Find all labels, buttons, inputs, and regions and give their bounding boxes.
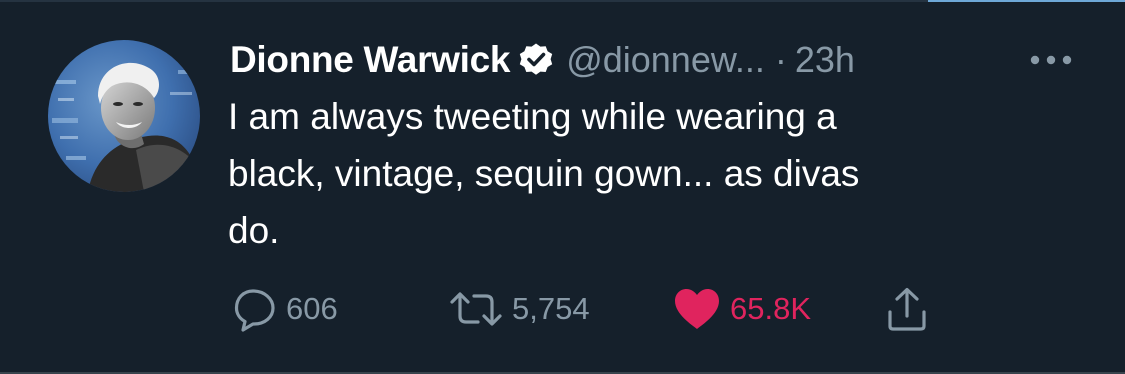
ellipsis-icon[interactable] — [1028, 48, 1074, 72]
tweet-header: Dionne Warwick @dionnew... · 23h — [230, 36, 855, 84]
tweet-card[interactable]: Dionne Warwick @dionnew... · 23h I am al… — [0, 0, 1125, 374]
retweet-count: 5,754 — [512, 291, 590, 326]
verified-badge-icon — [518, 42, 554, 78]
display-name[interactable]: Dionne Warwick — [230, 39, 511, 81]
top-accent-line — [928, 0, 1125, 2]
timestamp[interactable]: 23h — [795, 39, 855, 81]
reply-icon — [232, 286, 278, 332]
share-button[interactable] — [884, 284, 930, 334]
separator-dot: · — [774, 39, 787, 80]
tweet-text-line: black, vintage, sequin gown... as divas — [228, 153, 860, 194]
share-icon — [884, 286, 930, 332]
tweet-text-line: I am always tweeting while wearing a — [228, 96, 837, 137]
profile-photo-icon — [48, 40, 200, 192]
reply-button[interactable]: 606 — [232, 284, 338, 334]
like-count: 65.8K — [730, 291, 812, 326]
tweet-text: I am always tweeting while wearing a bla… — [228, 88, 1088, 259]
avatar[interactable] — [48, 40, 200, 192]
like-button[interactable]: 65.8K — [672, 284, 811, 334]
tweet-text-line: do. — [228, 210, 280, 251]
user-handle[interactable]: @dionnew... — [566, 39, 765, 81]
heart-icon — [672, 286, 722, 332]
retweet-button[interactable]: 5,754 — [448, 284, 590, 334]
reply-count: 606 — [286, 291, 338, 326]
tweet-action-bar: 606 5,754 65.8K — [0, 284, 1125, 334]
retweet-icon — [448, 286, 504, 332]
